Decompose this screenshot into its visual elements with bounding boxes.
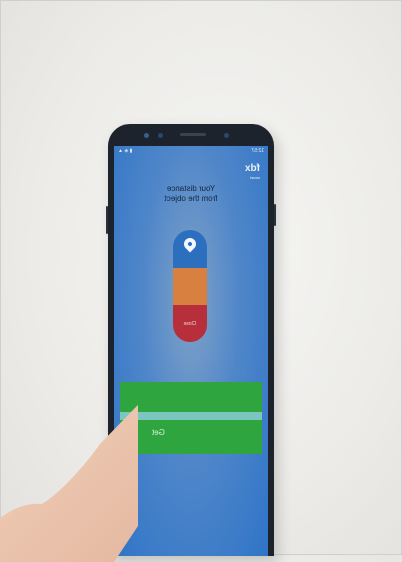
status-icons: ▮ ◈ ▲ <box>118 148 133 154</box>
headline-line-2: from the object <box>164 194 218 203</box>
indicator-mid-segment <box>173 268 207 305</box>
front-camera-icon <box>158 133 163 138</box>
indicator-close-label: Close <box>183 321 197 327</box>
finger-shape <box>0 404 138 562</box>
status-bar: 12:57 ▮ ◈ ▲ <box>114 146 268 156</box>
volume-button[interactable] <box>106 206 108 234</box>
power-button[interactable] <box>274 204 276 226</box>
indicator-far-segment <box>173 230 207 268</box>
headline-line-1: Your distance <box>166 184 216 193</box>
logo-subtext: smart <box>250 175 260 180</box>
app-logo: fdx smart <box>245 163 260 182</box>
distance-headline: Your distance from the object <box>144 184 238 204</box>
distance-indicator: Close <box>173 230 207 342</box>
phone-top-bezel <box>108 124 274 148</box>
get-button-label: Get <box>152 428 165 437</box>
status-time: 12:57 <box>251 148 264 154</box>
button-glare <box>120 412 262 420</box>
sensor-icon <box>144 133 149 138</box>
earpiece-speaker <box>180 133 206 136</box>
indicator-close-segment: Close <box>173 305 207 342</box>
location-pin-icon <box>181 235 199 253</box>
iris-scanner-icon <box>224 133 229 138</box>
get-button[interactable]: Get <box>120 382 262 454</box>
pointing-hand <box>0 404 138 562</box>
